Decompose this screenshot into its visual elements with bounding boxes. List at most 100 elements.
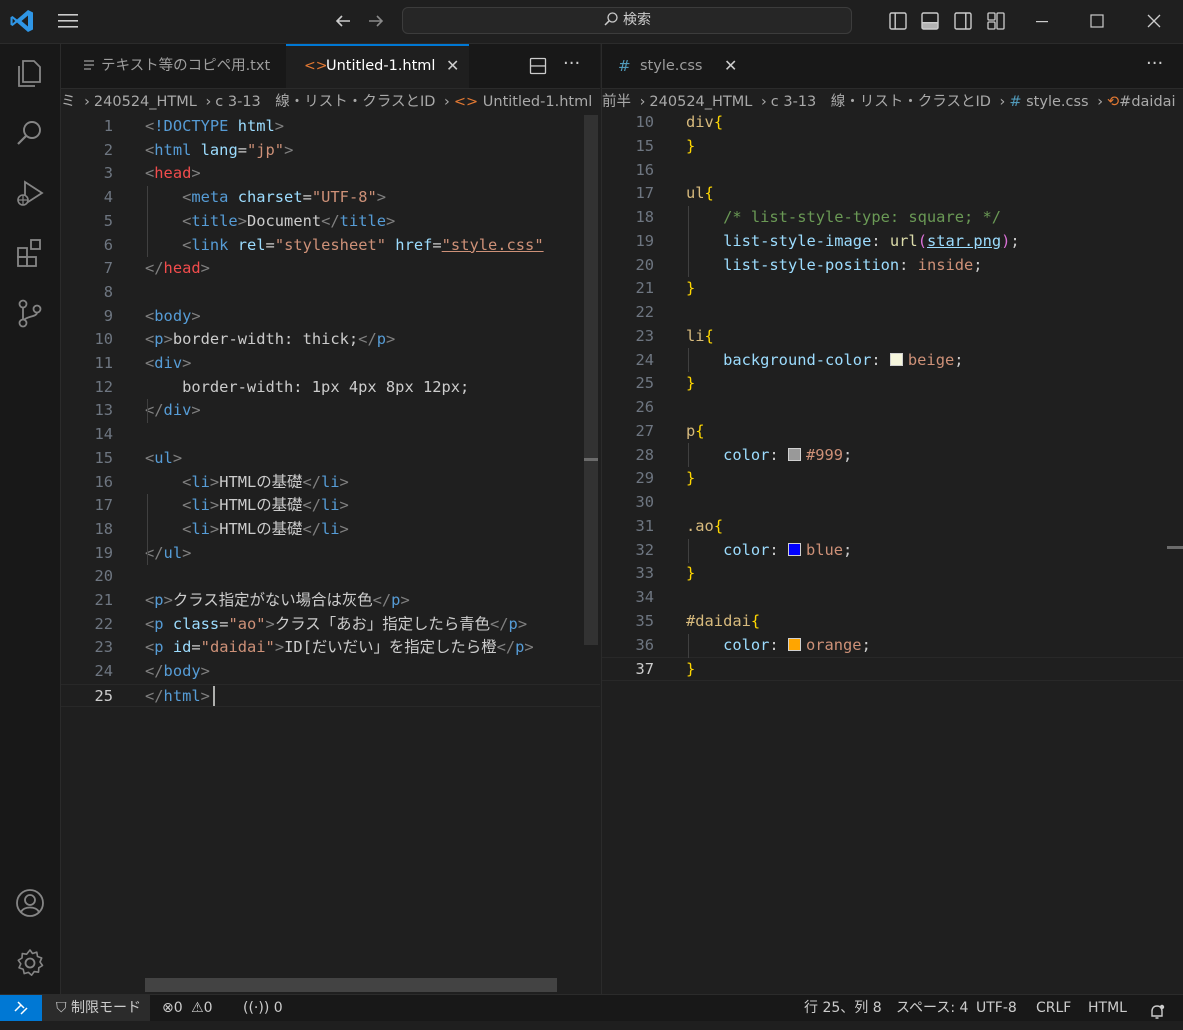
code-line[interactable]: 17 ul{ [602, 182, 1183, 206]
close-tab-icon[interactable]: ✕ [446, 46, 459, 86]
code-line[interactable]: 21 <p>クラス指定がない場合は灰色</p> [61, 589, 600, 613]
tab-style-css[interactable]: # style.css ✕ [602, 44, 748, 88]
code-line[interactable]: 2 <html lang="jp"> [61, 139, 600, 163]
cursor-position[interactable]: 行 25、列 8 [804, 995, 882, 1021]
code-line[interactable]: 16 [602, 159, 1183, 183]
problems-indicator[interactable]: ⊗0 ⚠0 [162, 995, 213, 1021]
breadcrumb-file[interactable]: style.css [1026, 94, 1088, 110]
code-line[interactable]: 12 border-width: 1px 4px 8px 12px; [61, 376, 600, 400]
code-line[interactable]: 37} [602, 657, 1183, 681]
split-editor-icon[interactable] [529, 57, 547, 75]
code-line[interactable]: 13 </div> [61, 399, 600, 423]
code-line[interactable]: 5 <title>Document</title> [61, 210, 600, 234]
code-line[interactable]: 1 <!DOCTYPE html> [61, 115, 600, 139]
code-line[interactable]: 9 <body> [61, 305, 600, 329]
code-line[interactable]: 24 </body> [61, 660, 600, 684]
breadcrumb-symbol[interactable]: #daidai [1119, 94, 1175, 110]
notifications-bell-icon[interactable] [1148, 999, 1166, 1025]
code-line[interactable]: 30 [602, 491, 1183, 515]
code-line[interactable]: 6 <link rel="stylesheet" href="style.css… [61, 234, 600, 258]
code-line[interactable]: 34 [602, 586, 1183, 610]
code-line[interactable]: 3 <head> [61, 162, 600, 186]
encoding[interactable]: UTF-8 [976, 995, 1017, 1021]
code-line[interactable]: 21} [602, 277, 1183, 301]
code-line[interactable]: 19 list-style-image: url(star.png); [602, 230, 1183, 254]
breadcrumb-root[interactable]: 前半 [602, 94, 631, 110]
code-line[interactable]: 26 [602, 396, 1183, 420]
code-line[interactable]: 23 li{ [602, 325, 1183, 349]
code-line[interactable]: 10 div{ [602, 111, 1183, 135]
toggle-primary-sidebar-icon[interactable] [888, 11, 908, 31]
code-line[interactable]: 27 p{ [602, 420, 1183, 444]
horizontal-scrollbar[interactable] [145, 978, 557, 992]
run-and-debug-icon[interactable] [13, 176, 47, 210]
extensions-icon[interactable] [13, 236, 47, 270]
ports-indicator[interactable]: ((·)) 0 [243, 995, 283, 1021]
code-line[interactable]: 22 <p class="ao">クラス「あお」指定したら青色</p> [61, 613, 600, 637]
customize-layout-icon[interactable] [986, 11, 1006, 31]
end-of-line[interactable]: CRLF [1036, 995, 1071, 1021]
code-line[interactable]: 18 /* list-style-type: square; */ [602, 206, 1183, 230]
forward-arrow-icon[interactable] [365, 9, 387, 33]
tab-text-file[interactable]: テキスト等のコピペ用.txt [61, 44, 286, 88]
language-mode[interactable]: HTML [1088, 995, 1127, 1021]
breadcrumb-subfolder[interactable]: c 3-13 線・リスト・クラスとID [771, 94, 991, 110]
restricted-mode-indicator[interactable]: ⛉ 制限モード [42, 995, 150, 1021]
code-line[interactable]: 7 </head> [61, 257, 600, 281]
toggle-secondary-sidebar-icon[interactable] [953, 11, 973, 31]
back-arrow-icon[interactable] [332, 9, 354, 33]
toggle-panel-icon[interactable] [920, 11, 940, 31]
close-window-icon[interactable] [1142, 9, 1166, 33]
indentation[interactable]: スペース: 4 [896, 995, 968, 1021]
code-line[interactable]: 15} [602, 135, 1183, 159]
code-line[interactable]: 16 <li>HTMLの基礎</li> [61, 471, 600, 495]
minimize-icon[interactable] [1030, 9, 1054, 33]
code-line[interactable]: 36 color: orange; [602, 634, 1183, 658]
code-line[interactable]: 14 [61, 423, 600, 447]
breadcrumb-subfolder[interactable]: c 3-13 線・リスト・クラスとID [215, 94, 435, 110]
code-text: list-style-image: url(star.png); [723, 231, 1020, 250]
close-tab-icon[interactable]: ✕ [724, 44, 737, 88]
breadcrumb-folder[interactable]: 240524_HTML [649, 94, 752, 110]
more-actions-icon[interactable]: ··· [563, 44, 580, 84]
right-code-editor[interactable]: 10 div{15} 16 17 ul{18 /* list-style-type: s… [602, 111, 1183, 981]
code-line[interactable]: 28 color: #999; [602, 444, 1183, 468]
code-line[interactable]: 31 .ao{ [602, 515, 1183, 539]
menu-icon[interactable] [56, 10, 80, 32]
code-line[interactable]: 15 <ul> [61, 447, 600, 471]
code-line[interactable]: 11 <div> [61, 352, 600, 376]
code-line[interactable]: 10 <p>border-width: thick;</p> [61, 328, 600, 352]
settings-gear-icon[interactable] [13, 946, 47, 980]
code-line[interactable]: 29} [602, 467, 1183, 491]
breadcrumb-folder[interactable]: 240524_HTML [94, 94, 197, 110]
line-number: 34 [635, 588, 654, 606]
accounts-icon[interactable] [13, 886, 47, 920]
code-line[interactable]: 19 </ul> [61, 542, 600, 566]
remote-indicator[interactable] [0, 995, 42, 1021]
command-search-box[interactable]: 検索 [402, 7, 852, 34]
code-line[interactable]: 32 color: blue; [602, 539, 1183, 563]
code-line[interactable]: 20 [61, 565, 600, 589]
code-line[interactable]: 20 list-style-position: inside; [602, 254, 1183, 278]
breadcrumb-lead[interactable]: ミ [61, 94, 76, 110]
code-line[interactable]: 35 #daidai{ [602, 610, 1183, 634]
code-line[interactable]: 25} [602, 372, 1183, 396]
search-icon[interactable] [13, 116, 47, 150]
code-line[interactable]: 24 background-color: beige; [602, 349, 1183, 373]
code-line[interactable]: 33} [602, 562, 1183, 586]
code-line[interactable]: 25 </html> [61, 683, 600, 708]
code-text: </ul> [145, 543, 192, 562]
breadcrumb-file[interactable]: Untitled-1.html [483, 94, 592, 110]
code-line[interactable]: 22 [602, 301, 1183, 325]
tab-untitled-html[interactable]: <> Untitled-1.html ✕ [286, 44, 469, 88]
left-code-editor[interactable]: 1 <!DOCTYPE html> 2 <html lang="jp"> 3 <head>… [61, 115, 600, 985]
code-line[interactable]: 23 <p id="daidai">ID[だいだい」を指定したら橙</p> [61, 636, 600, 660]
code-line[interactable]: 18 <li>HTMLの基礎</li> [61, 518, 600, 542]
code-line[interactable]: 4 <meta charset="UTF-8"> [61, 186, 600, 210]
code-line[interactable]: 17 <li>HTMLの基礎</li> [61, 494, 600, 518]
code-line[interactable]: 8 [61, 281, 600, 305]
explorer-icon[interactable] [13, 56, 47, 90]
source-control-icon[interactable] [13, 296, 47, 330]
maximize-icon[interactable] [1085, 9, 1109, 33]
more-actions-icon[interactable]: ··· [1146, 44, 1163, 84]
